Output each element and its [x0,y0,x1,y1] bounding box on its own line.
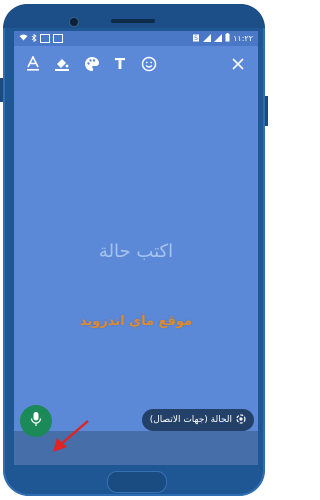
watermark-text: موقع ماي اندرويد [79,314,193,329]
status-left [19,33,63,44]
sim-icon: S [192,34,200,44]
palette-icon[interactable] [83,55,101,73]
mic-icon [30,411,42,431]
power-button [265,96,268,126]
editor-toolbar: T [14,55,258,77]
phone-frame: S ١١:٢٢ T اكتب حالة موقع ماي اندرويد الح… [0,4,268,496]
front-camera [69,17,79,27]
wifi-icon [19,34,28,43]
emoji-icon[interactable] [140,55,158,73]
status-bar: S ١١:٢٢ [14,31,258,46]
home-button[interactable] [107,471,167,493]
phone-top-bezel [3,4,265,28]
mic-button[interactable] [20,405,52,437]
text-font-icon[interactable] [24,55,42,73]
earpiece-speaker [111,19,155,23]
fill-color-icon[interactable] [53,55,71,73]
volume-button [0,78,3,102]
clock-time: ١١:٢٢ [233,34,253,43]
signal-icon [203,33,212,44]
signal-icon [214,33,223,44]
status-privacy-label: الحالة (جهات الاتصال) [149,415,232,425]
status-text-input[interactable]: اكتب حالة [14,241,258,262]
image-icon [40,34,50,43]
image-icon [53,34,63,43]
status-right: S ١١:٢٢ [192,33,253,44]
battery-icon [225,33,230,44]
status-composer-screen: S ١١:٢٢ T اكتب حالة موقع ماي اندرويد الح… [14,31,258,465]
text-icon[interactable]: T [111,55,129,73]
pointer-arrow-annotation [53,420,89,452]
status-audience-icon [236,413,246,427]
bluetooth-icon [31,33,37,44]
svg-text:S: S [194,35,198,42]
status-privacy-chip[interactable]: الحالة (جهات الاتصال) [141,409,254,431]
close-icon[interactable] [229,55,247,73]
